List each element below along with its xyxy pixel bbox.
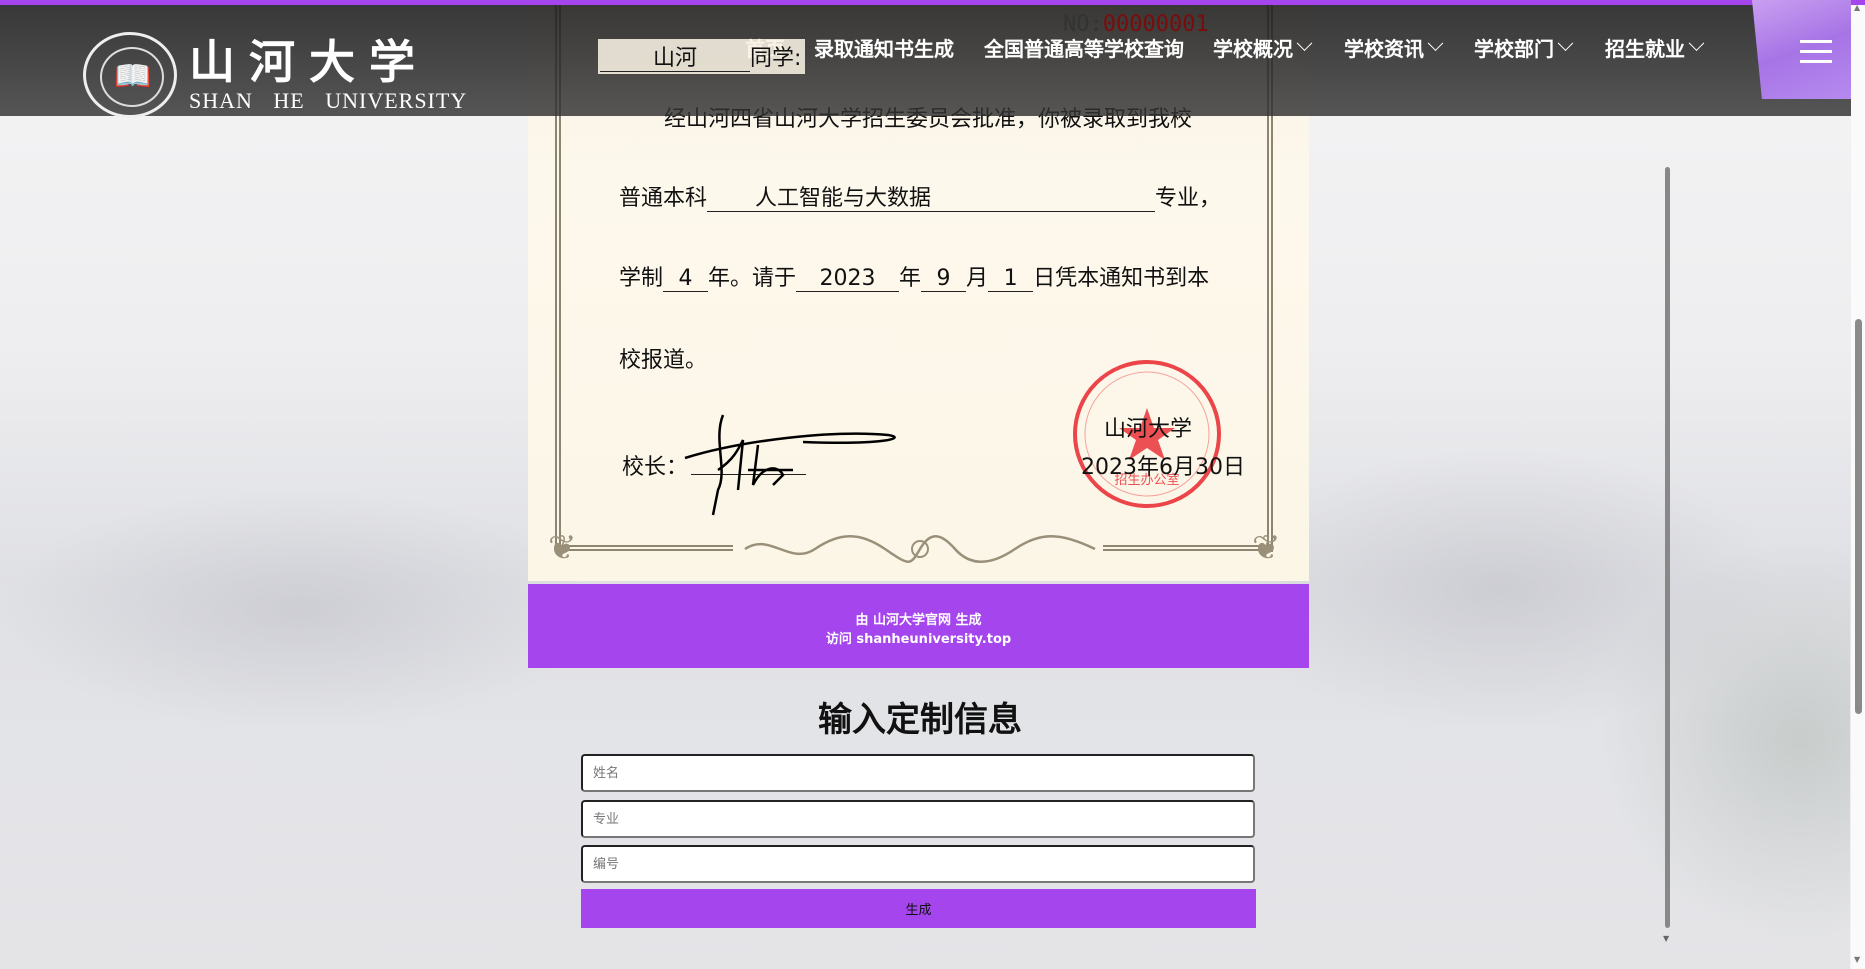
day-value: 1 <box>988 267 1034 292</box>
scroll-down-arrow-icon[interactable]: ▼ <box>1663 934 1669 943</box>
site-header: 📖 山河大学 SHAN HE UNIVERSITY 首页 录取通知书生成 全国普… <box>0 5 1851 118</box>
nav-letter-generator[interactable]: 录取通知书生成 <box>814 33 954 62</box>
number-input[interactable] <box>581 845 1255 883</box>
chevron-down-icon <box>1296 35 1313 52</box>
border-bottom-left <box>563 545 733 551</box>
student-name: 山河 <box>600 47 750 72</box>
top-accent-bar <box>0 0 1865 5</box>
month-value: 9 <box>921 267 967 292</box>
major-suffix: 专业， <box>1155 186 1222 211</box>
nav-news[interactable]: 学校资讯 <box>1344 33 1444 62</box>
generate-button[interactable]: 生成 <box>581 889 1256 928</box>
issuer-name: 山河大学 <box>1104 417 1193 442</box>
scroll-down-arrow-icon[interactable]: ▼ <box>1854 955 1860 964</box>
year-value: 2023 <box>796 267 900 292</box>
scrollbar-thumb[interactable] <box>1855 319 1862 714</box>
form-title: 输入定制信息 <box>818 700 1022 740</box>
issue-date: 2023年6月30日 <box>1081 455 1245 480</box>
chevron-down-icon <box>1688 35 1705 52</box>
generated-by-text: 由 山河大学官网 生成 <box>855 613 982 628</box>
inner-scrollbar[interactable] <box>1665 167 1670 928</box>
menu-button[interactable] <box>1752 0 1851 99</box>
ornament-flourish-icon <box>744 535 1096 563</box>
president-label: 校长： <box>622 455 689 480</box>
nav-overview[interactable]: 学校概况 <box>1213 33 1313 62</box>
nav-label: 招生就业 <box>1605 37 1685 61</box>
number-value: 00000001 <box>1102 12 1209 37</box>
nav-label: 全国普通高等学校查询 <box>984 37 1184 61</box>
name-input[interactable] <box>581 754 1255 792</box>
corner-ornament-icon: ❦ <box>1252 528 1281 568</box>
chevron-down-icon <box>1557 35 1574 52</box>
logo-english-name: SHAN HE UNIVERSITY <box>189 88 468 113</box>
name-suffix: 同学: <box>750 46 802 71</box>
corner-ornament-icon: ❦ <box>548 528 577 568</box>
major-input[interactable] <box>581 800 1255 838</box>
president-signature <box>684 414 896 516</box>
nav-university-query[interactable]: 全国普通高等学校查询 <box>984 33 1184 62</box>
report-line: 校报道。 <box>619 348 708 373</box>
duration-prefix: 学制 <box>619 266 664 291</box>
certificate-number: NO:00000001 <box>1063 12 1209 37</box>
schedule-line: 学制 4 年。请于 2023 年 9 月 1 日凭本通知书到本 <box>619 260 1209 292</box>
nav-label: 录取通知书生成 <box>814 37 954 61</box>
visit-site-link[interactable]: 访问 shanheuniversity.top <box>528 630 1309 649</box>
number-label: NO: <box>1063 12 1103 37</box>
chevron-down-icon <box>1427 35 1444 52</box>
nav-admissions[interactable]: 招生就业 <box>1605 33 1705 62</box>
major-value: 人工智能与大数据 <box>707 187 1156 212</box>
year-label: 年。请于 <box>708 266 797 291</box>
nav-label: 学校概况 <box>1213 37 1293 61</box>
duration-value: 4 <box>663 267 709 292</box>
student-name-line: 山河 同学: <box>598 39 806 74</box>
nav-label: 学校部门 <box>1474 37 1554 61</box>
major-line: 普通本科 人工智能与大数据 专业， <box>619 180 1221 212</box>
page-scrollbar[interactable]: ▲ ▼ <box>1851 0 1865 969</box>
year-unit: 年 <box>899 266 922 291</box>
border-bottom-right <box>1103 545 1273 551</box>
month-unit: 月 <box>966 266 989 291</box>
major-prefix: 普通本科 <box>619 186 708 211</box>
hamburger-icon <box>1800 40 1832 70</box>
main-nav: 首页 录取通知书生成 全国普通高等学校查询 学校概况 学校资讯 学校部门 招生就… <box>0 33 1851 67</box>
day-suffix: 日凭本通知书到本 <box>1033 266 1210 291</box>
nav-label: 学校资讯 <box>1344 37 1424 61</box>
generated-by-banner: 由 山河大学官网 生成 访问 shanheuniversity.top <box>528 584 1309 668</box>
nav-departments[interactable]: 学校部门 <box>1474 33 1574 62</box>
